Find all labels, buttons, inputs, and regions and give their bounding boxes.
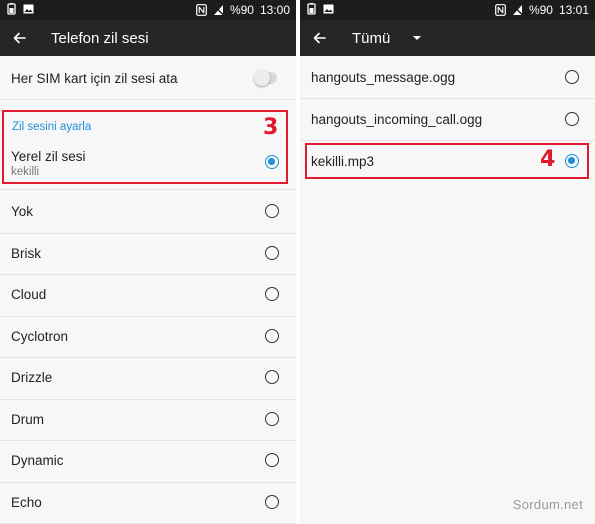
back-arrow-icon[interactable] (310, 28, 330, 48)
sim-ringtone-toggle-row[interactable]: Her SIM kart için zil sesi ata (0, 56, 296, 100)
ringtone-label: Echo (11, 494, 42, 510)
ringtone-row[interactable]: Drum (0, 399, 296, 441)
left-screen: %90 13:00 Telefon zil sesi Her SIM kart … (0, 0, 296, 524)
radio-icon[interactable] (265, 494, 279, 509)
ringtone-label: Cloud (11, 287, 47, 302)
ringtone-row[interactable]: Echo (0, 482, 296, 524)
ringtone-label: Brisk (11, 245, 41, 261)
ringtone-row[interactable]: Cyclotron (0, 316, 296, 358)
app-toolbar: Tümü (300, 20, 595, 56)
no-signal-icon (511, 4, 523, 16)
nfc-icon (495, 4, 506, 16)
ringtone-label: Yok (11, 204, 34, 219)
ringtone-row[interactable]: Cloud (0, 274, 296, 317)
radio-icon[interactable] (565, 70, 579, 84)
image-icon (23, 4, 34, 14)
file-label: hangouts_message.ogg (311, 70, 456, 85)
app-toolbar: Telefon zil sesi (0, 20, 296, 56)
no-signal-icon (212, 4, 224, 16)
image-icon (323, 4, 334, 14)
highlight-box (2, 110, 288, 184)
battery-percent: %90 (528, 3, 553, 17)
step-number: 4 (540, 147, 556, 172)
ringtone-label: Cyclotron (11, 328, 69, 344)
nfc-icon (196, 4, 207, 16)
radio-icon[interactable] (265, 287, 279, 301)
sim-ringtone-label: Her SIM kart için zil sesi ata (11, 71, 178, 86)
battery-percent: %90 (229, 3, 254, 17)
ringtone-label: Drum (11, 411, 44, 427)
watermark: Sordum.net (512, 497, 583, 512)
back-arrow-icon[interactable] (10, 28, 30, 48)
ringtone-label: Dynamic (11, 453, 64, 468)
clock: 13:01 (558, 3, 589, 17)
ringtone-label: Drizzle (11, 370, 53, 385)
radio-icon[interactable] (265, 370, 279, 384)
radio-icon[interactable] (265, 411, 279, 426)
radio-icon[interactable] (565, 112, 579, 126)
status-bar: %90 13:01 (300, 0, 595, 20)
ringtone-row[interactable]: Dynamic (0, 440, 296, 483)
file-row[interactable]: hangouts_message.ogg (300, 56, 595, 99)
ringtone-row[interactable]: Brisk (0, 233, 296, 275)
battery-icon (7, 3, 16, 15)
battery-icon (307, 3, 316, 15)
folder-filter-title[interactable]: Tümü (352, 30, 390, 47)
file-row[interactable]: hangouts_incoming_call.ogg (300, 98, 595, 141)
dropdown-icon[interactable] (412, 34, 422, 42)
ringtone-row[interactable]: Yok (0, 191, 296, 234)
sim-ringtone-toggle[interactable] (254, 70, 277, 86)
page-title: Telefon zil sesi (51, 30, 149, 47)
step-number: 3 (263, 115, 279, 140)
radio-icon[interactable] (265, 204, 279, 218)
status-bar: %90 13:00 (0, 0, 296, 20)
radio-icon[interactable] (265, 328, 279, 343)
clock: 13:00 (259, 3, 290, 17)
ringtone-row[interactable]: Drizzle (0, 357, 296, 400)
radio-icon[interactable] (265, 245, 279, 260)
file-label: hangouts_incoming_call.ogg (311, 112, 483, 127)
radio-icon[interactable] (265, 453, 279, 467)
right-screen: %90 13:01 Tümü hangouts_message.ogghango… (300, 0, 595, 524)
